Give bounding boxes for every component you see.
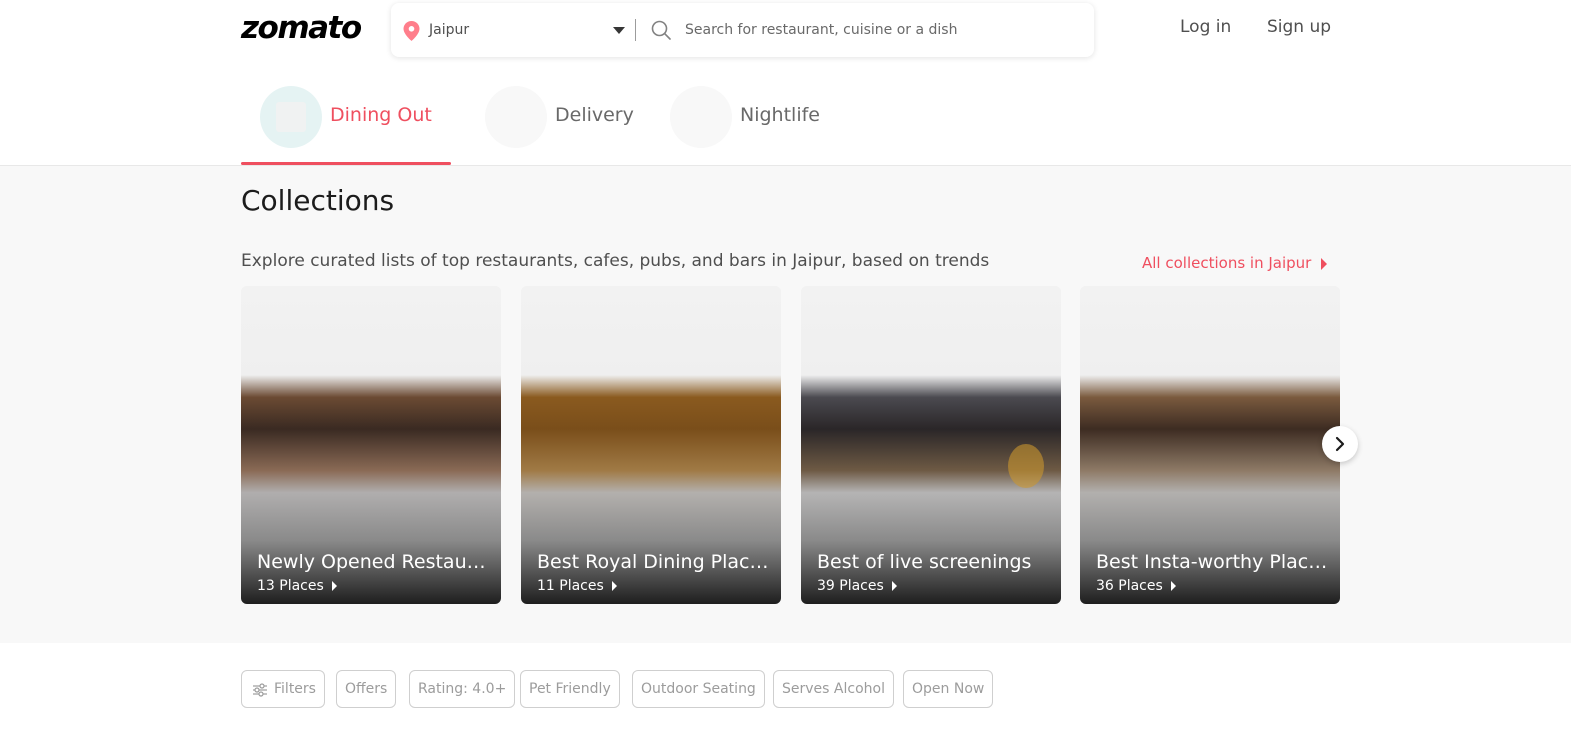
filters-label: Filters bbox=[274, 681, 316, 697]
collection-count: 13 Places bbox=[257, 578, 337, 594]
all-collections-label: All collections in Jaipur bbox=[1142, 254, 1312, 272]
dining-out-icon bbox=[260, 86, 322, 148]
location-value[interactable]: Jaipur bbox=[429, 22, 469, 38]
search-input[interactable] bbox=[685, 17, 1075, 43]
tab-label: Dining Out bbox=[330, 104, 432, 126]
chevron-right-icon bbox=[1335, 436, 1345, 452]
collection-title: Best Insta-worthy Places bbox=[1096, 551, 1328, 573]
header: zomato Jaipur Log in Sign up bbox=[0, 0, 1571, 62]
collection-title: Best of live screenings bbox=[817, 551, 1032, 573]
caret-right-icon bbox=[891, 581, 897, 591]
sliders-icon bbox=[253, 683, 267, 697]
filter-outdoor-seating[interactable]: Outdoor Seating bbox=[632, 670, 765, 708]
category-tabs: Dining Out Delivery Nightlife bbox=[0, 62, 1571, 166]
filter-serves-alcohol[interactable]: Serves Alcohol bbox=[773, 670, 894, 708]
collection-count-label: 11 Places bbox=[537, 578, 604, 594]
search-bar: Jaipur bbox=[391, 3, 1094, 57]
collection-title: Newly Opened Restaurants bbox=[257, 551, 489, 573]
collection-count: 36 Places bbox=[1096, 578, 1176, 594]
filter-pet-friendly[interactable]: Pet Friendly bbox=[520, 670, 620, 708]
collection-card[interactable]: Best Insta-worthy Places 36 Places bbox=[1080, 286, 1340, 604]
filter-rating[interactable]: Rating: 4.0+ bbox=[409, 670, 516, 708]
carousel-next-button[interactable] bbox=[1322, 426, 1358, 462]
collection-count: 11 Places bbox=[537, 578, 617, 594]
section-subtitle: Explore curated lists of top restaurants… bbox=[241, 251, 990, 271]
filters-button[interactable]: Filters bbox=[241, 670, 325, 708]
caret-down-icon[interactable] bbox=[613, 27, 625, 34]
caret-right-icon bbox=[1170, 581, 1176, 591]
collection-count-label: 36 Places bbox=[1096, 578, 1163, 594]
collection-card[interactable]: Best of live screenings 39 Places bbox=[801, 286, 1061, 604]
collection-count-label: 39 Places bbox=[817, 578, 884, 594]
zomato-logo[interactable]: zomato bbox=[241, 10, 362, 46]
active-tab-indicator bbox=[241, 162, 451, 165]
collection-title: Best Royal Dining Places bbox=[537, 551, 769, 573]
collections-section: Collections Explore curated lists of top… bbox=[0, 166, 1571, 643]
section-title: Collections bbox=[241, 184, 395, 217]
filter-open-now[interactable]: Open Now bbox=[903, 670, 994, 708]
collection-card[interactable]: Best Royal Dining Places 11 Places bbox=[521, 286, 781, 604]
collection-card[interactable]: Newly Opened Restaurants 13 Places bbox=[241, 286, 501, 604]
caret-right-icon bbox=[1321, 257, 1328, 270]
delivery-icon bbox=[485, 86, 547, 148]
location-pin-icon bbox=[403, 21, 420, 41]
caret-right-icon bbox=[331, 581, 337, 591]
collection-count-label: 13 Places bbox=[257, 578, 324, 594]
collection-count: 39 Places bbox=[817, 578, 897, 594]
tab-label: Nightlife bbox=[740, 104, 820, 126]
search-divider bbox=[635, 19, 636, 41]
signup-link[interactable]: Sign up bbox=[1267, 17, 1331, 37]
nightlife-icon bbox=[670, 86, 732, 148]
search-icon bbox=[651, 20, 671, 40]
all-collections-link[interactable]: All collections in Jaipur bbox=[1142, 254, 1328, 272]
tab-label: Delivery bbox=[555, 104, 634, 126]
login-link[interactable]: Log in bbox=[1180, 17, 1231, 37]
caret-right-icon bbox=[611, 581, 617, 591]
filter-offers[interactable]: Offers bbox=[336, 670, 397, 708]
